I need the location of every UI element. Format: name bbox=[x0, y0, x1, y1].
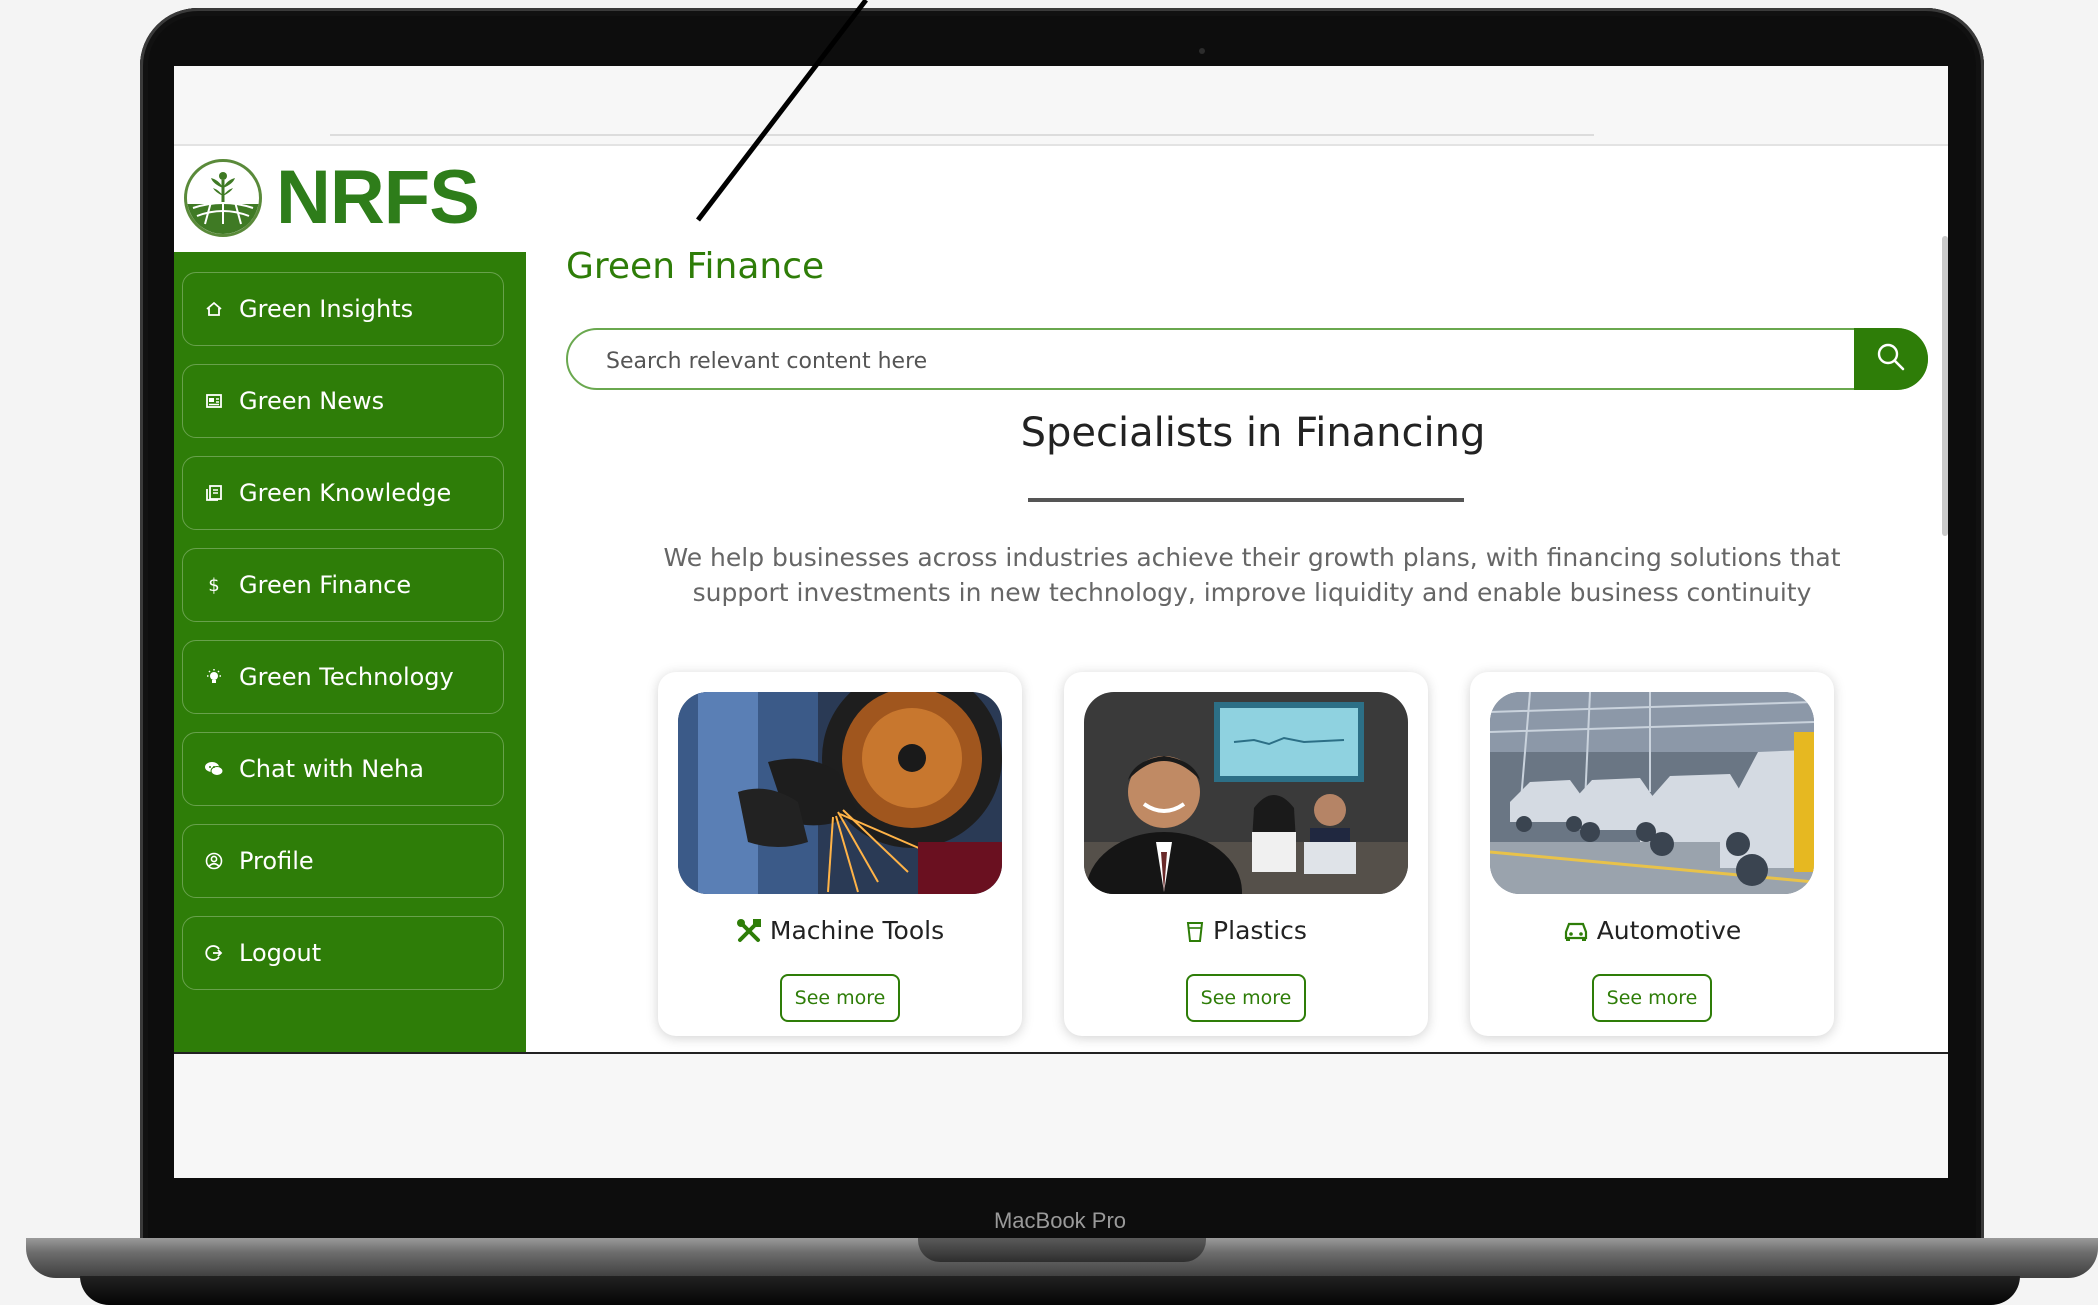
sidebar-item-profile[interactable]: Profile bbox=[182, 824, 504, 898]
card-title: Automotive bbox=[1470, 916, 1834, 945]
sidebar-item-label: Profile bbox=[239, 847, 314, 875]
lightbulb-icon bbox=[203, 666, 225, 688]
sidebar-item-green-knowledge[interactable]: Green Knowledge bbox=[182, 456, 504, 530]
sidebar-item-label: Green Technology bbox=[239, 663, 454, 691]
home-icon bbox=[203, 298, 225, 320]
section-underline bbox=[1028, 498, 1464, 502]
automotive-image bbox=[1490, 692, 1814, 894]
browser-topbar bbox=[174, 66, 1948, 146]
sidebar-item-green-finance[interactable]: $ Green Finance bbox=[182, 548, 504, 622]
machine-tools-image bbox=[678, 692, 1002, 894]
card-plastics: Plastics See more bbox=[1064, 672, 1428, 1036]
sidebar-item-label: Green Finance bbox=[239, 571, 412, 599]
plastics-image bbox=[1084, 692, 1408, 894]
section-title: Specialists in Financing bbox=[1020, 410, 1486, 456]
tools-icon bbox=[736, 918, 762, 944]
newspaper-icon bbox=[203, 390, 225, 412]
chat-icon bbox=[203, 758, 225, 780]
sidebar: Green Insights Green News Green Knowledg… bbox=[174, 252, 526, 1052]
see-more-button[interactable]: See more bbox=[1592, 974, 1712, 1022]
laptop-base-shadow bbox=[80, 1276, 2020, 1305]
sidebar-item-label: Chat with Neha bbox=[239, 755, 424, 783]
card-title-text: Machine Tools bbox=[769, 916, 945, 945]
search-bar bbox=[566, 328, 1928, 390]
search-button[interactable] bbox=[1854, 328, 1928, 390]
sidebar-item-green-insights[interactable]: Green Insights bbox=[182, 272, 504, 346]
dollar-icon: $ bbox=[208, 574, 220, 596]
camera-icon bbox=[1199, 48, 1205, 54]
brand-logo[interactable]: NRFS bbox=[184, 155, 480, 240]
screen: NRFS Green Insights Green News Green Kno… bbox=[174, 66, 1948, 1178]
book-icon bbox=[203, 482, 225, 504]
search-icon bbox=[1875, 341, 1907, 378]
brand-name: NRFS bbox=[276, 155, 480, 240]
page-title: Green Finance bbox=[566, 246, 825, 287]
see-more-button[interactable]: See more bbox=[780, 974, 900, 1022]
card-automotive: Automotive See more bbox=[1470, 672, 1834, 1036]
sidebar-item-logout[interactable]: Logout bbox=[182, 916, 504, 990]
card-title: Plastics bbox=[1064, 916, 1428, 945]
sidebar-item-label: Green Insights bbox=[239, 295, 414, 323]
page-scrollbar[interactable] bbox=[1942, 236, 1948, 536]
sidebar-item-label: Logout bbox=[239, 939, 322, 967]
see-more-button[interactable]: See more bbox=[1186, 974, 1306, 1022]
sidebar-item-chat-with-neha[interactable]: Chat with Neha bbox=[182, 732, 504, 806]
laptop-notch bbox=[918, 1238, 1206, 1262]
device-label: MacBook Pro bbox=[993, 1208, 1127, 1233]
card-title-text: Plastics bbox=[1213, 916, 1307, 945]
card-title-text: Automotive bbox=[1596, 916, 1742, 945]
app-window: NRFS Green Insights Green News Green Kno… bbox=[174, 146, 1948, 1052]
user-circle-icon bbox=[203, 850, 225, 872]
intro-text: We help businesses across industries ach… bbox=[663, 543, 1841, 607]
sidebar-item-label: Green Knowledge bbox=[239, 479, 452, 507]
screen-bottom-area bbox=[174, 1052, 1948, 1178]
cup-icon bbox=[1185, 919, 1205, 943]
car-icon bbox=[1563, 920, 1589, 942]
card-machine-tools: Machine Tools See more bbox=[658, 672, 1022, 1036]
card-title: Machine Tools bbox=[658, 916, 1022, 945]
search-input[interactable] bbox=[604, 340, 1838, 382]
logo-emblem-icon bbox=[184, 159, 262, 237]
sidebar-item-green-technology[interactable]: Green Technology bbox=[182, 640, 504, 714]
topbar-divider bbox=[330, 134, 1594, 136]
logout-icon bbox=[203, 942, 225, 964]
